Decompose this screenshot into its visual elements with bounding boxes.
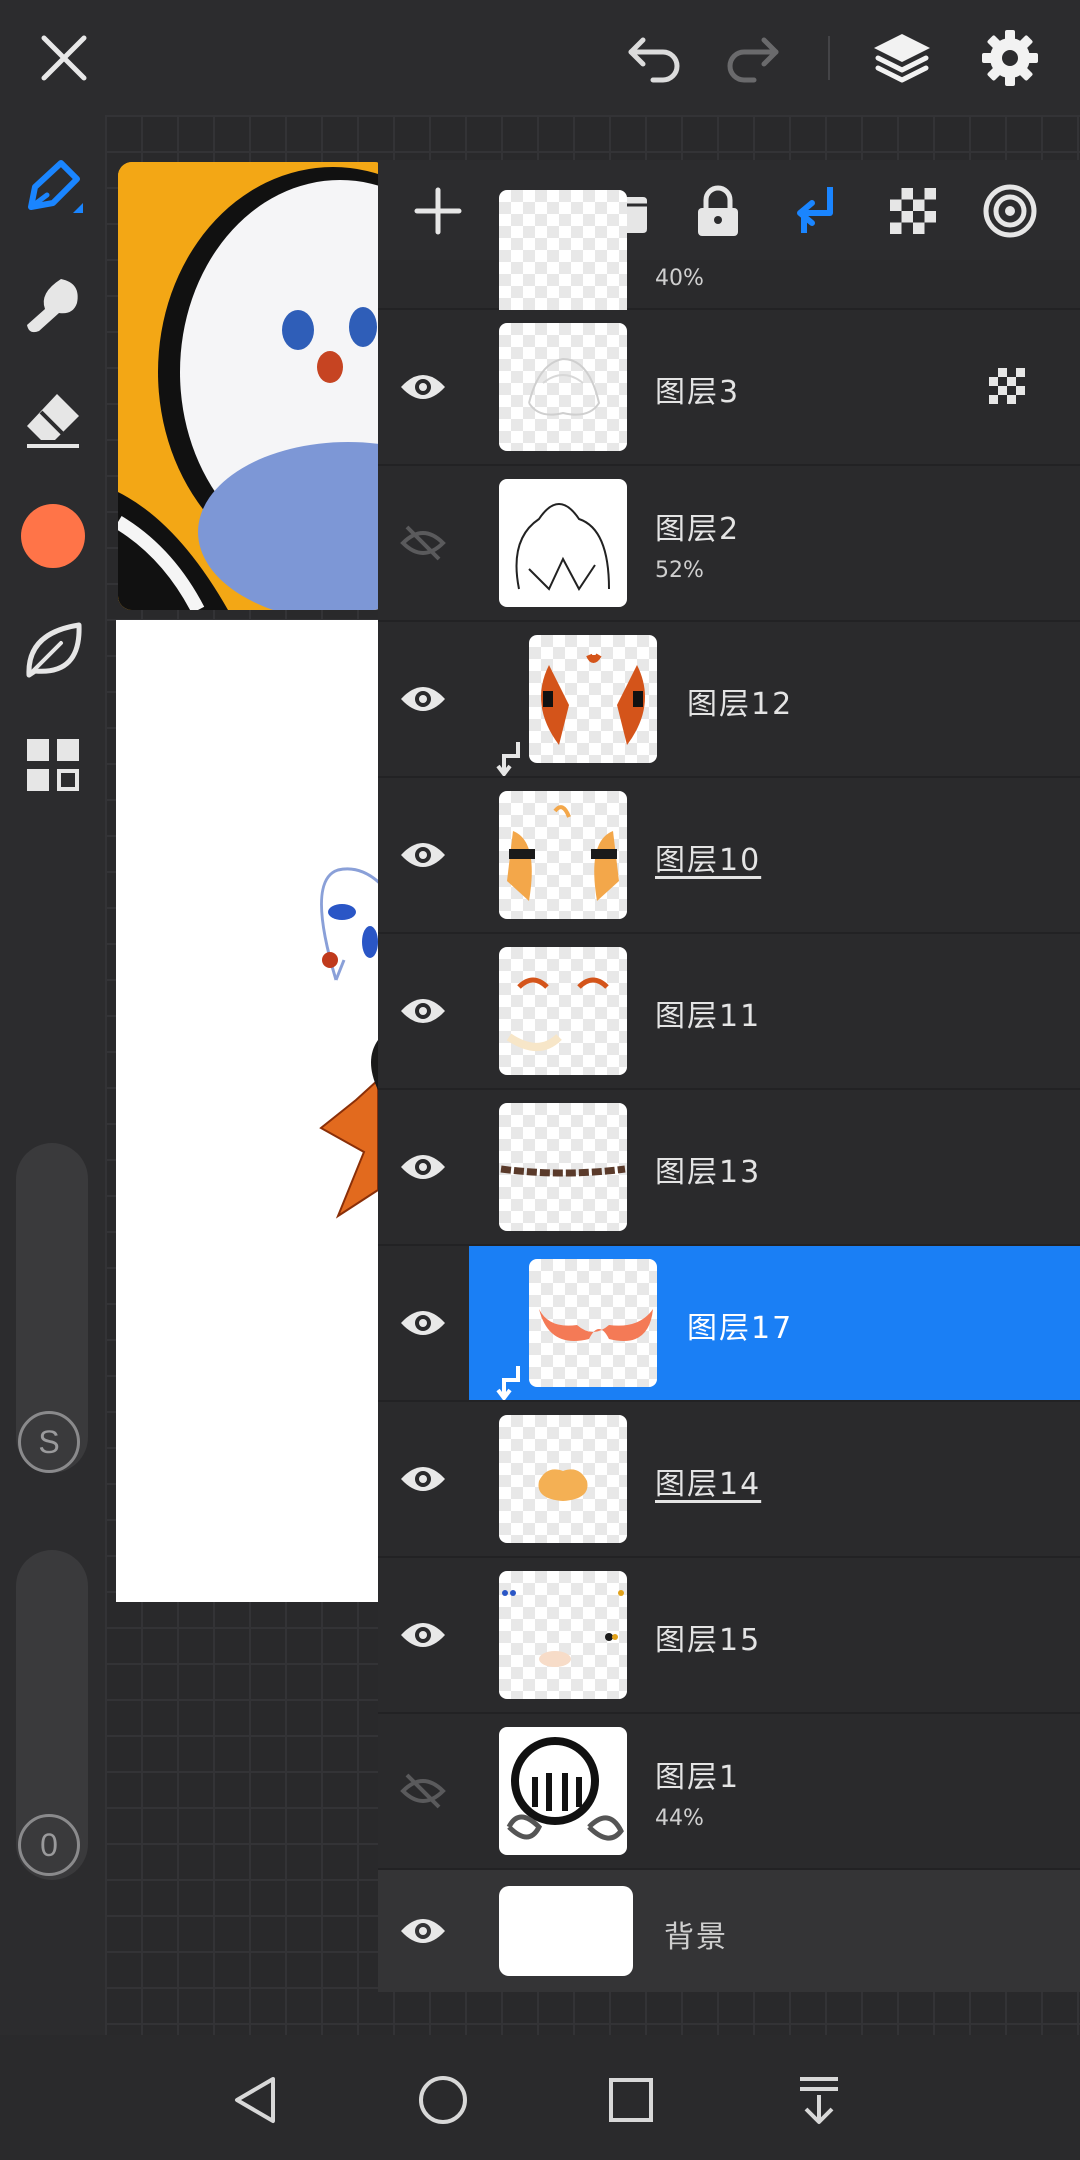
layer-name: 图层14 [655, 1467, 762, 1502]
top-bar [0, 0, 1080, 126]
smudge-icon[interactable] [13, 265, 93, 345]
layer-row[interactable]: 图层15 [378, 1558, 1080, 1714]
visibility-icon[interactable] [378, 1870, 468, 1992]
back-icon[interactable] [211, 2055, 301, 2145]
clip-indicator-icon [496, 740, 526, 780]
layer-name: 背景 [664, 1920, 728, 1955]
layer-name: 图层17 [687, 1311, 794, 1346]
layer-thumbnail [499, 1571, 627, 1699]
layer-row[interactable]: 图层10 [378, 778, 1080, 934]
visibility-icon[interactable] [378, 1090, 468, 1244]
background-swatch[interactable] [499, 1886, 633, 1976]
visibility-icon[interactable] [378, 1402, 468, 1556]
size-slider-label: S [38, 1423, 60, 1460]
layer-thumbnail [529, 1259, 657, 1387]
layer-row-partial[interactable]: 40% [378, 190, 1080, 318]
layer-row[interactable]: 图层14 [378, 1402, 1080, 1558]
visibility-icon[interactable] [378, 934, 468, 1088]
visibility-icon[interactable] [378, 1558, 468, 1712]
redo-icon[interactable] [712, 18, 792, 98]
undo-icon[interactable] [615, 18, 695, 98]
clip-indicator-icon [496, 1364, 526, 1404]
layer-name: 图层2 [655, 512, 741, 547]
layer-thumbnail [499, 1415, 627, 1543]
layer-thumbnail [529, 635, 657, 763]
visibility-icon[interactable] [378, 1246, 468, 1400]
hidden-icon[interactable] [378, 466, 468, 620]
clip-icon[interactable] [780, 176, 850, 246]
color-swatch[interactable] [13, 496, 93, 576]
layer-thumbnail [499, 947, 627, 1075]
size-slider-knob[interactable]: S [18, 1411, 80, 1473]
visibility-icon[interactable] [378, 778, 468, 932]
recents-icon[interactable] [586, 2055, 676, 2145]
settings-icon[interactable] [970, 18, 1050, 98]
layer-name: 图层3 [655, 375, 741, 410]
layer-name: 图层13 [655, 1155, 762, 1190]
alpha-lock-icon[interactable] [878, 176, 948, 246]
visibility-icon[interactable] [378, 622, 468, 776]
layer-name: 图层10 [655, 843, 762, 878]
layer-opacity: 52% [655, 558, 704, 583]
layer-row[interactable]: 图层1 44% [378, 1714, 1080, 1870]
layers-panel: 40% 图层3 图层2 52% 图层12 图层10 图层11 图层13 图层17… [378, 160, 1080, 1992]
layer-name: 图层11 [655, 999, 762, 1034]
opacity-slider[interactable]: 0 [16, 1550, 88, 1880]
layer-thumbnail [499, 190, 627, 318]
home-icon[interactable] [398, 2055, 488, 2145]
blend-icon[interactable] [975, 176, 1045, 246]
lock-icon[interactable] [683, 176, 753, 246]
layer-row[interactable]: 图层13 [378, 1090, 1080, 1246]
layer-name: 图层1 [655, 1760, 741, 1795]
size-slider[interactable]: S [16, 1143, 88, 1473]
add-icon[interactable] [403, 176, 473, 246]
layer-thumbnail [499, 1103, 627, 1231]
eraser-icon[interactable] [13, 380, 93, 460]
hidden-icon[interactable] [378, 1714, 468, 1868]
reference-image[interactable] [118, 162, 388, 610]
layer-thumbnail [499, 1727, 627, 1855]
layer-row-background[interactable]: 背景 [378, 1870, 1080, 1992]
close-icon[interactable] [24, 18, 104, 98]
layer-opacity: 40% [655, 266, 704, 291]
visibility-icon[interactable] [378, 310, 468, 464]
layers-icon[interactable] [862, 18, 942, 98]
layer-name: 图层15 [655, 1623, 762, 1658]
grid-icon[interactable] [13, 725, 93, 805]
layer-row[interactable]: 图层3 [378, 310, 1080, 466]
drawing-canvas[interactable] [116, 620, 418, 1602]
opacity-slider-label: 0 [40, 1826, 58, 1863]
pen-icon[interactable] [13, 149, 93, 229]
left-toolbar: S 0 [0, 115, 105, 2035]
system-nav-bar [0, 2035, 1080, 2160]
layers-panel-toolbar [378, 160, 1080, 260]
leaf-icon[interactable] [13, 611, 93, 691]
layer-row[interactable]: 图层12 [378, 622, 1080, 778]
divider [828, 36, 830, 80]
layer-opacity: 44% [655, 1806, 704, 1831]
layer-thumbnail [499, 323, 627, 451]
layer-thumbnail [499, 791, 627, 919]
menu-down-icon[interactable] [774, 2055, 864, 2145]
opacity-slider-knob[interactable]: 0 [18, 1814, 80, 1876]
layer-row[interactable]: 图层11 [378, 934, 1080, 1090]
layer-row[interactable]: 图层2 52% [378, 466, 1080, 622]
layer-name: 图层12 [687, 687, 794, 722]
alpha-lock-indicator-icon [988, 367, 1026, 409]
layer-row-selected[interactable]: 图层17 [378, 1246, 1080, 1402]
layer-thumbnail [499, 479, 627, 607]
